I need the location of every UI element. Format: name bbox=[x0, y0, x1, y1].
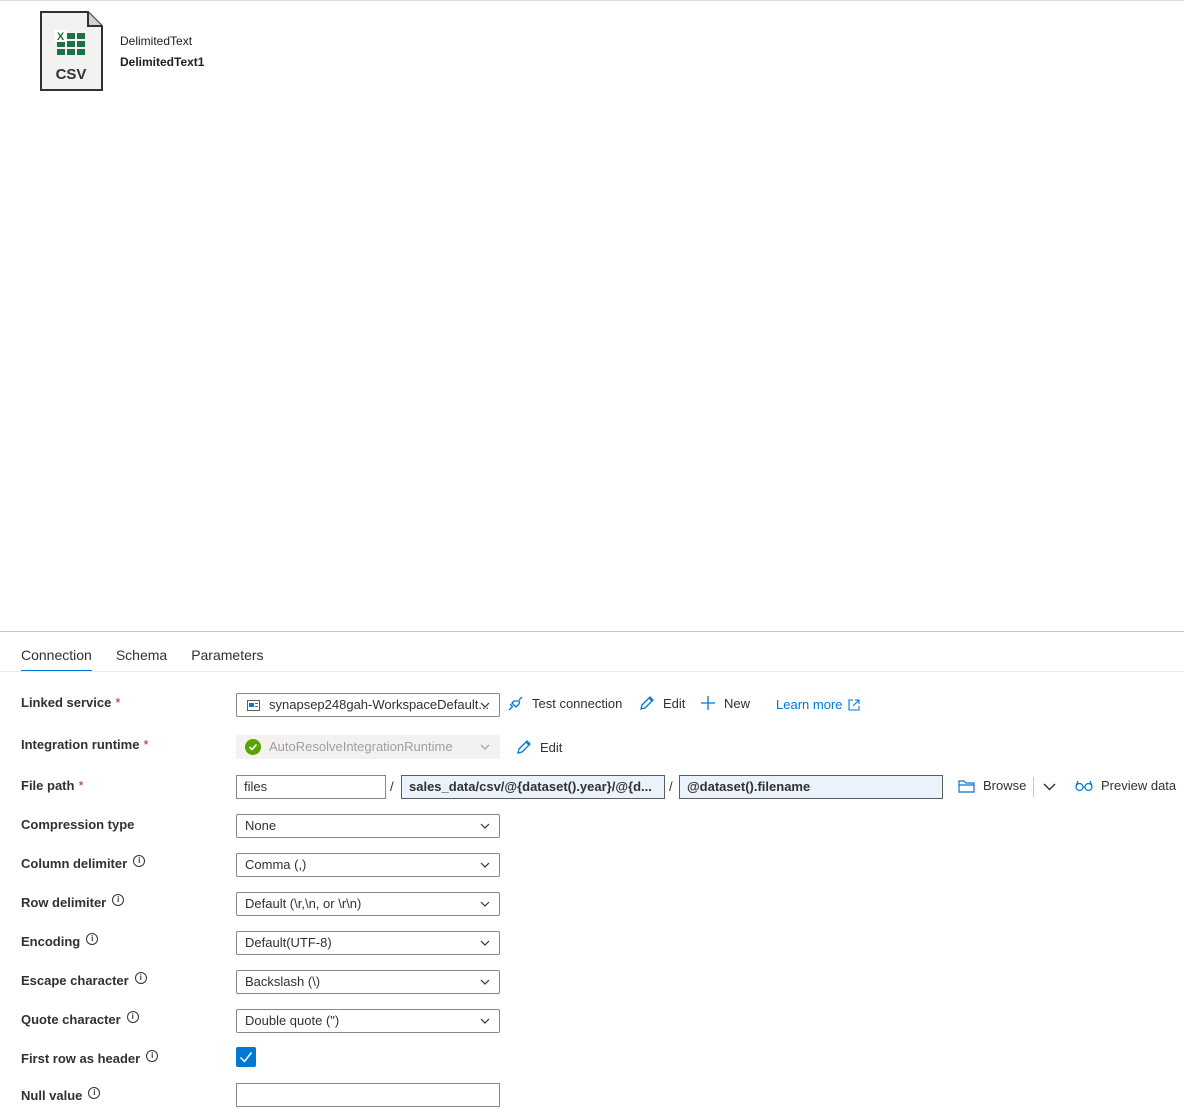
browse-button[interactable]: Browse bbox=[958, 778, 1026, 793]
tab-schema[interactable]: Schema bbox=[116, 645, 167, 673]
edit-linked-service-button[interactable]: Edit bbox=[638, 695, 685, 712]
null-value-input[interactable] bbox=[236, 1083, 500, 1107]
column-delimiter-label: Column delimiter i bbox=[21, 854, 146, 871]
pencil-icon bbox=[517, 740, 531, 754]
plug-icon bbox=[508, 696, 523, 711]
edit-integration-runtime-button[interactable]: Edit bbox=[515, 739, 562, 756]
dataset-name[interactable]: DelimitedText1 bbox=[120, 55, 204, 69]
svg-text:X: X bbox=[57, 31, 65, 43]
info-icon[interactable]: i bbox=[133, 854, 146, 867]
chevron-down-icon bbox=[480, 702, 490, 708]
top-border bbox=[0, 0, 1184, 1]
chevron-down-icon bbox=[480, 823, 490, 829]
tab-bar: Connection Schema Parameters bbox=[21, 645, 288, 673]
tab-parameters[interactable]: Parameters bbox=[191, 645, 263, 673]
folder-icon bbox=[958, 779, 975, 793]
test-connection-button[interactable]: Test connection bbox=[507, 695, 622, 712]
file-path-directory-input[interactable]: sales_data/csv/@{dataset().year}/@{d... bbox=[401, 775, 665, 799]
chevron-down-icon bbox=[480, 901, 490, 907]
tabs-underline bbox=[0, 671, 1184, 672]
linked-service-select[interactable]: synapsep248gah-WorkspaceDefault... bbox=[236, 693, 500, 717]
toolbar-divider bbox=[1033, 777, 1034, 797]
compression-type-select[interactable]: None bbox=[236, 814, 500, 838]
svg-text:CSV: CSV bbox=[56, 66, 87, 83]
panel-divider[interactable] bbox=[0, 631, 1184, 632]
chevron-down-icon bbox=[480, 940, 490, 946]
info-icon[interactable]: i bbox=[126, 1010, 139, 1023]
check-circle-icon bbox=[245, 739, 261, 755]
learn-more-link[interactable]: Learn more bbox=[776, 697, 868, 712]
storage-account-icon bbox=[247, 700, 260, 711]
first-row-header-checkbox[interactable] bbox=[236, 1047, 256, 1067]
glasses-icon bbox=[1075, 780, 1093, 791]
file-path-file-input[interactable]: @dataset().filename bbox=[679, 775, 943, 799]
info-icon[interactable]: i bbox=[134, 971, 147, 984]
row-delimiter-label: Row delimiter i bbox=[21, 893, 125, 910]
file-path-label: File path * bbox=[21, 778, 84, 793]
chevron-down-icon bbox=[480, 744, 490, 750]
pencil-icon bbox=[640, 696, 654, 710]
chevron-down-icon bbox=[480, 1018, 490, 1024]
plus-icon bbox=[701, 696, 715, 710]
escape-character-select[interactable]: Backslash (\) bbox=[236, 970, 500, 994]
info-icon[interactable]: i bbox=[146, 1049, 159, 1062]
quote-character-label: Quote character i bbox=[21, 1010, 139, 1027]
integration-runtime-label: Integration runtime * bbox=[21, 737, 149, 752]
linked-service-label: Linked service * bbox=[21, 695, 121, 710]
integration-runtime-select[interactable]: AutoResolveIntegrationRuntime bbox=[236, 735, 500, 759]
row-delimiter-select[interactable]: Default (\r,\n, or \r\n) bbox=[236, 892, 500, 916]
checkmark-icon bbox=[239, 1052, 253, 1063]
encoding-select[interactable]: Default(UTF-8) bbox=[236, 931, 500, 955]
external-link-icon bbox=[848, 698, 861, 711]
first-row-header-label: First row as header i bbox=[21, 1049, 159, 1066]
preview-data-button[interactable]: Preview data bbox=[1075, 778, 1176, 793]
quote-character-select[interactable]: Double quote (") bbox=[236, 1009, 500, 1033]
tab-connection[interactable]: Connection bbox=[21, 645, 92, 673]
compression-type-label: Compression type bbox=[21, 817, 135, 832]
info-icon[interactable]: i bbox=[88, 1086, 101, 1099]
info-icon[interactable]: i bbox=[112, 893, 125, 906]
path-separator: / bbox=[669, 779, 673, 794]
path-separator: / bbox=[390, 779, 394, 794]
null-value-label: Null value i bbox=[21, 1086, 101, 1103]
chevron-down-icon bbox=[480, 862, 490, 868]
dataset-type-label: DelimitedText bbox=[120, 34, 193, 48]
chevron-down-icon[interactable] bbox=[1043, 781, 1056, 793]
escape-character-label: Escape character i bbox=[21, 971, 147, 988]
info-icon[interactable]: i bbox=[86, 932, 99, 945]
chevron-down-icon bbox=[480, 979, 490, 985]
encoding-label: Encoding i bbox=[21, 932, 99, 949]
new-linked-service-button[interactable]: New bbox=[700, 695, 750, 711]
file-path-container-input[interactable]: files bbox=[236, 775, 386, 799]
csv-file-icon: X CSV bbox=[40, 11, 103, 91]
column-delimiter-select[interactable]: Comma (,) bbox=[236, 853, 500, 877]
